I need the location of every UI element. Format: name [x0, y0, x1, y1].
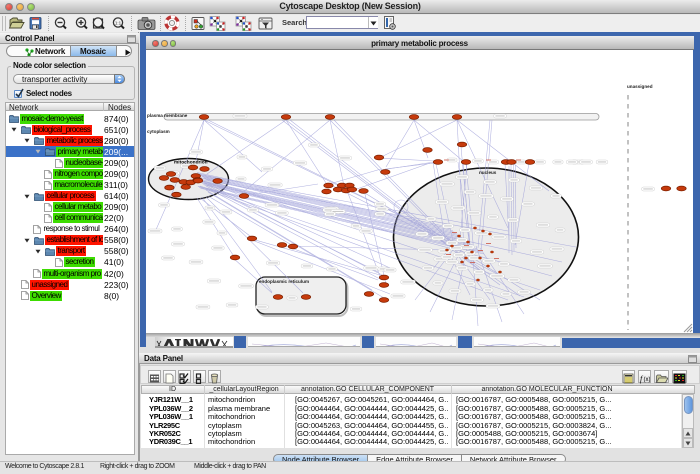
svg-text:endoplasmic reticulum: endoplasmic reticulum — [259, 279, 309, 284]
svg-text:plasma membrane: plasma membrane — [147, 113, 188, 118]
svg-text:cytoplasm: cytoplasm — [147, 129, 170, 134]
svg-text:(x): (x) — [644, 377, 651, 383]
svg-text:nucleus: nucleus — [479, 170, 497, 175]
svg-text:unassigned: unassigned — [627, 84, 653, 89]
svg-text:1:1: 1:1 — [115, 21, 122, 26]
